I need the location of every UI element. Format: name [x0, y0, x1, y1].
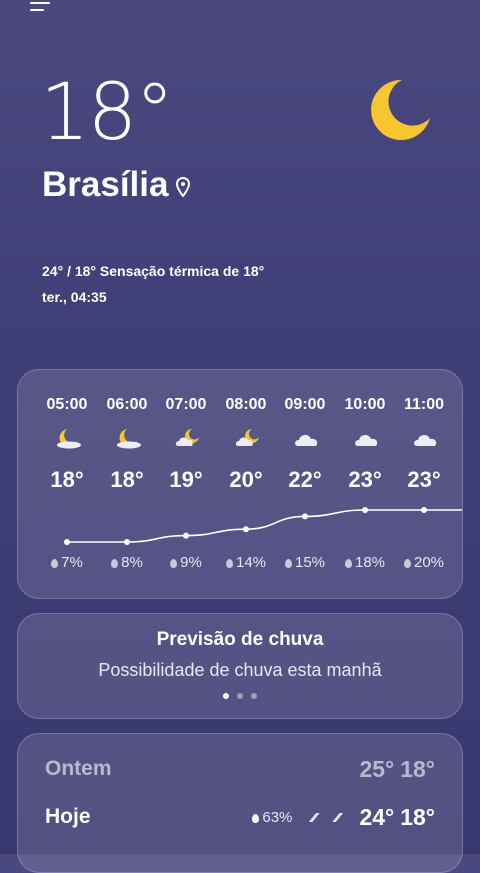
rain-forecast-subtitle: Possibilidade de chuva esta manhã [98, 660, 382, 680]
hour-rain-chance: 14% [216, 554, 276, 571]
raindrop-icon [252, 813, 260, 823]
temperature-point [302, 513, 308, 520]
temperature-line [64, 507, 462, 545]
rain-forecast-card[interactable]: Previsão de chuva Possibilidade de chuva… [17, 613, 463, 719]
menu-icon[interactable] [30, 2, 50, 16]
day-high: 25° [359, 755, 395, 782]
high-low-feels-like: 24° / 18° Sensação térmica de 18° [42, 263, 265, 279]
city-name: Brasília [42, 165, 169, 204]
day-row-today: Hoje 63% ⁄⁄⁄ ⁄⁄⁄ 24° 18° [45, 802, 435, 832]
moon-icon [55, 427, 83, 449]
raindrop-icon [344, 559, 352, 568]
raindrop-icon [284, 559, 292, 568]
day-low: 18° [400, 803, 435, 830]
hour-time: 06:00 [106, 396, 148, 413]
hour-time: 07:00 [165, 396, 207, 413]
page-indicator [18, 693, 462, 699]
temperature-point [362, 507, 368, 513]
hour-time: 11:00 [403, 396, 445, 413]
hour-temperature: 18° [50, 467, 84, 492]
raindrop-icon [403, 559, 411, 568]
temperature-point [64, 539, 70, 545]
hour-rain-chance: 20% [394, 554, 454, 571]
raindrop-icon [170, 559, 178, 568]
hour-temperature: 19° [169, 467, 203, 492]
hour-temperature: 23° [407, 467, 441, 492]
hour-rain-chance: 7% [37, 554, 97, 571]
rain-icon: ⁄⁄⁄ [312, 809, 316, 825]
hour-temperature: 18° [110, 467, 144, 492]
day-rain-chance: 63% [252, 809, 292, 826]
day-high: 24° [359, 803, 395, 830]
hour-time: 08:00 [225, 396, 267, 413]
day-low: 18° [400, 755, 435, 782]
hour-rain-chance: 9% [156, 554, 216, 571]
temperature-point [421, 507, 427, 513]
hour-time: 10:00 [344, 396, 386, 413]
hour-time: 09:00 [284, 396, 326, 413]
rain-forecast-title: Previsão de chuva [156, 629, 324, 650]
day-label: Hoje [45, 805, 91, 828]
hourly-forecast-card[interactable]: 05:00 18° 7% 06:00 18° 8% 07:00 19° 9% 08:00 20° 14… [17, 369, 463, 599]
location-pin-icon [176, 177, 191, 197]
cloud-icon [412, 427, 440, 449]
moon-icon [371, 79, 430, 140]
temperature-point [243, 526, 249, 533]
hour-rain-chance: 8% [97, 554, 157, 571]
cloud-icon [353, 427, 381, 449]
day-label: Ontem [45, 757, 112, 780]
hour-temperature: 23° [348, 467, 382, 492]
current-temperature: 18° [40, 68, 174, 158]
raindrop-icon [51, 559, 59, 568]
partly-cloudy-icon [174, 427, 202, 449]
cloud-icon [293, 427, 321, 449]
hour-rain-chance: 18% [335, 554, 395, 571]
temperature-curve [66, 509, 462, 543]
rain-icon: ⁄⁄⁄ [335, 809, 340, 825]
raindrop-icon [111, 559, 119, 568]
hour-rain-chance: 15% [275, 554, 335, 571]
hour-time: 05:00 [46, 396, 88, 413]
page-dot [251, 693, 257, 699]
raindrop-icon [225, 559, 233, 568]
day-row-yesterday: Ontem 25° 18° [45, 754, 435, 784]
temperature-point [183, 532, 189, 539]
hour-temperature: 20° [229, 467, 263, 492]
temperature-point [124, 539, 130, 545]
daily-forecast-card[interactable]: Ontem 25° 18° Hoje 63% ⁄⁄⁄ ⁄⁄⁄ 24° 18° [17, 733, 463, 873]
moon-icon [115, 427, 143, 449]
location[interactable]: Brasília [42, 165, 191, 205]
page-dot [237, 693, 243, 699]
date-time: ter., 04:35 [42, 289, 107, 305]
partly-cloudy-icon [234, 427, 262, 449]
hour-temperature: 22° [288, 467, 322, 492]
page-dot [223, 693, 229, 699]
